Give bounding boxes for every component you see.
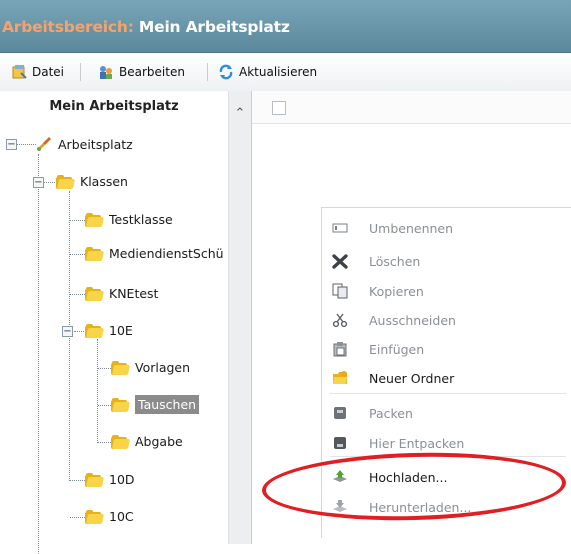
tree-label: 10C [109, 509, 134, 524]
refresh-icon [218, 64, 234, 80]
tree-item-10d[interactable]: 10D [85, 472, 135, 487]
workspace-icon [36, 136, 52, 152]
tree-item-klassen[interactable]: Klassen [56, 174, 128, 189]
folder-icon [85, 286, 105, 301]
datei-label: Datei [32, 65, 65, 79]
rename-icon [332, 220, 348, 236]
folder-icon [56, 174, 76, 189]
content-header [252, 91, 571, 124]
menu-label: Ausschneiden [369, 312, 456, 328]
tree-label: Klassen [80, 174, 128, 189]
tree-line [70, 517, 85, 518]
menu-item-kopieren[interactable]: Kopieren [322, 279, 571, 303]
tree-line [98, 368, 111, 369]
menu-item-neuer-ordner[interactable]: Neuer Ordner [322, 366, 571, 390]
sidebar: Mein Arbeitsplatz ⌃ − − − Arbeitsplatz K… [0, 91, 252, 554]
delete-icon [332, 253, 348, 269]
select-all-checkbox[interactable] [272, 101, 286, 115]
tree-label: 10D [109, 472, 135, 487]
copy-icon [332, 283, 348, 299]
toolbar: Datei Bearbeiten Aktualisieren [0, 53, 571, 92]
tree-item-vorlagen[interactable]: Vorlagen [111, 360, 190, 375]
menu-label: Einfügen [369, 341, 425, 357]
menu-item-einfuegen[interactable]: Einfügen [322, 337, 571, 361]
collapse-root-toggle[interactable]: − [6, 139, 17, 150]
tree-label: Arbeitsplatz [58, 136, 133, 152]
tree-label: Testklasse [109, 212, 173, 227]
menu-label: Kopieren [369, 283, 424, 299]
menu-label: Neuer Ordner [369, 370, 455, 386]
title-main: Mein Arbeitsplatz [138, 18, 290, 36]
datei-button[interactable]: Datei [11, 62, 64, 82]
folder-icon [85, 246, 105, 261]
tree-item-tauschen[interactable]: Tauschen [111, 395, 200, 414]
tree-label: KNEtest [109, 286, 159, 301]
tree-item-10e[interactable]: 10E [85, 323, 133, 338]
bearbeiten-button[interactable]: Bearbeiten [98, 62, 185, 82]
pack-icon [332, 405, 348, 421]
tree-item-testklasse[interactable]: Testklasse [85, 212, 173, 227]
tree-line [97, 339, 98, 443]
title-bar: Arbeitsbereich: Mein Arbeitsplatz [0, 0, 571, 53]
unpack-icon [332, 435, 348, 451]
new-folder-icon [332, 370, 348, 386]
title-prefix: Arbeitsbereich: [2, 18, 134, 36]
menu-label: Löschen [369, 253, 421, 269]
menu-item-hier-entpacken[interactable]: Hier Entpacken [322, 431, 571, 455]
folder-icon [111, 397, 131, 412]
aktualisieren-label: Aktualisieren [239, 65, 318, 79]
menu-separator [330, 393, 566, 394]
menu-label: Hier Entpacken [369, 435, 465, 451]
edit-people-icon [98, 64, 114, 80]
tree-item-knetest[interactable]: KNEtest [85, 286, 158, 301]
toolbar-divider [207, 63, 208, 81]
scroll-up-icon[interactable]: ⌃ [233, 107, 247, 121]
tree-label-selected: Tauschen [135, 395, 200, 414]
tree-line [98, 405, 111, 406]
tree-line [98, 442, 111, 443]
paste-icon [332, 341, 348, 357]
tree-line [70, 294, 85, 295]
tree-line [38, 154, 39, 554]
bearbeiten-label: Bearbeiten [119, 65, 185, 79]
scissors-icon [332, 312, 348, 328]
folder-icon [111, 360, 131, 375]
sidebar-scrollbar[interactable]: ⌃ [228, 91, 251, 544]
tree-label: Abgabe [135, 434, 183, 449]
menu-item-packen[interactable]: Packen [322, 401, 571, 425]
tree-line [70, 480, 85, 481]
menu-item-ausschneiden[interactable]: Ausschneiden [322, 308, 571, 332]
tree-line [14, 144, 36, 145]
tree-item-abgabe[interactable]: Abgabe [111, 434, 183, 449]
menu-item-umbenennen[interactable]: Umbenennen [322, 216, 571, 240]
tree-label: MediendienstSchü [109, 246, 224, 261]
tree-item-arbeitsplatz[interactable]: Arbeitsplatz [36, 136, 133, 152]
window-title: Arbeitsbereich: Mein Arbeitsplatz [2, 18, 290, 36]
folder-icon [85, 509, 105, 524]
tree-item-mediendienst[interactable]: MediendienstSchü [85, 246, 224, 261]
menu-label: Umbenennen [369, 220, 454, 236]
collapse-klassen-toggle[interactable]: − [33, 177, 44, 188]
tree-label: Vorlagen [135, 360, 191, 375]
tree-line [70, 254, 85, 255]
tree-label: 10E [109, 323, 133, 338]
toolbar-divider [80, 63, 81, 81]
aktualisieren-button[interactable]: Aktualisieren [218, 62, 317, 82]
folder-icon [85, 212, 105, 227]
folder-icon [85, 323, 105, 338]
folder-icon [85, 472, 105, 487]
folder-icon [111, 434, 131, 449]
tree-line [70, 220, 85, 221]
menu-item-loeschen[interactable]: Löschen [322, 249, 571, 273]
sidebar-title: Mein Arbeitsplatz [49, 99, 179, 114]
menu-label: Packen [369, 405, 413, 421]
collapse-10e-toggle[interactable]: − [62, 326, 73, 337]
tree-item-10c[interactable]: 10C [85, 509, 134, 524]
file-menu-icon [11, 64, 27, 80]
